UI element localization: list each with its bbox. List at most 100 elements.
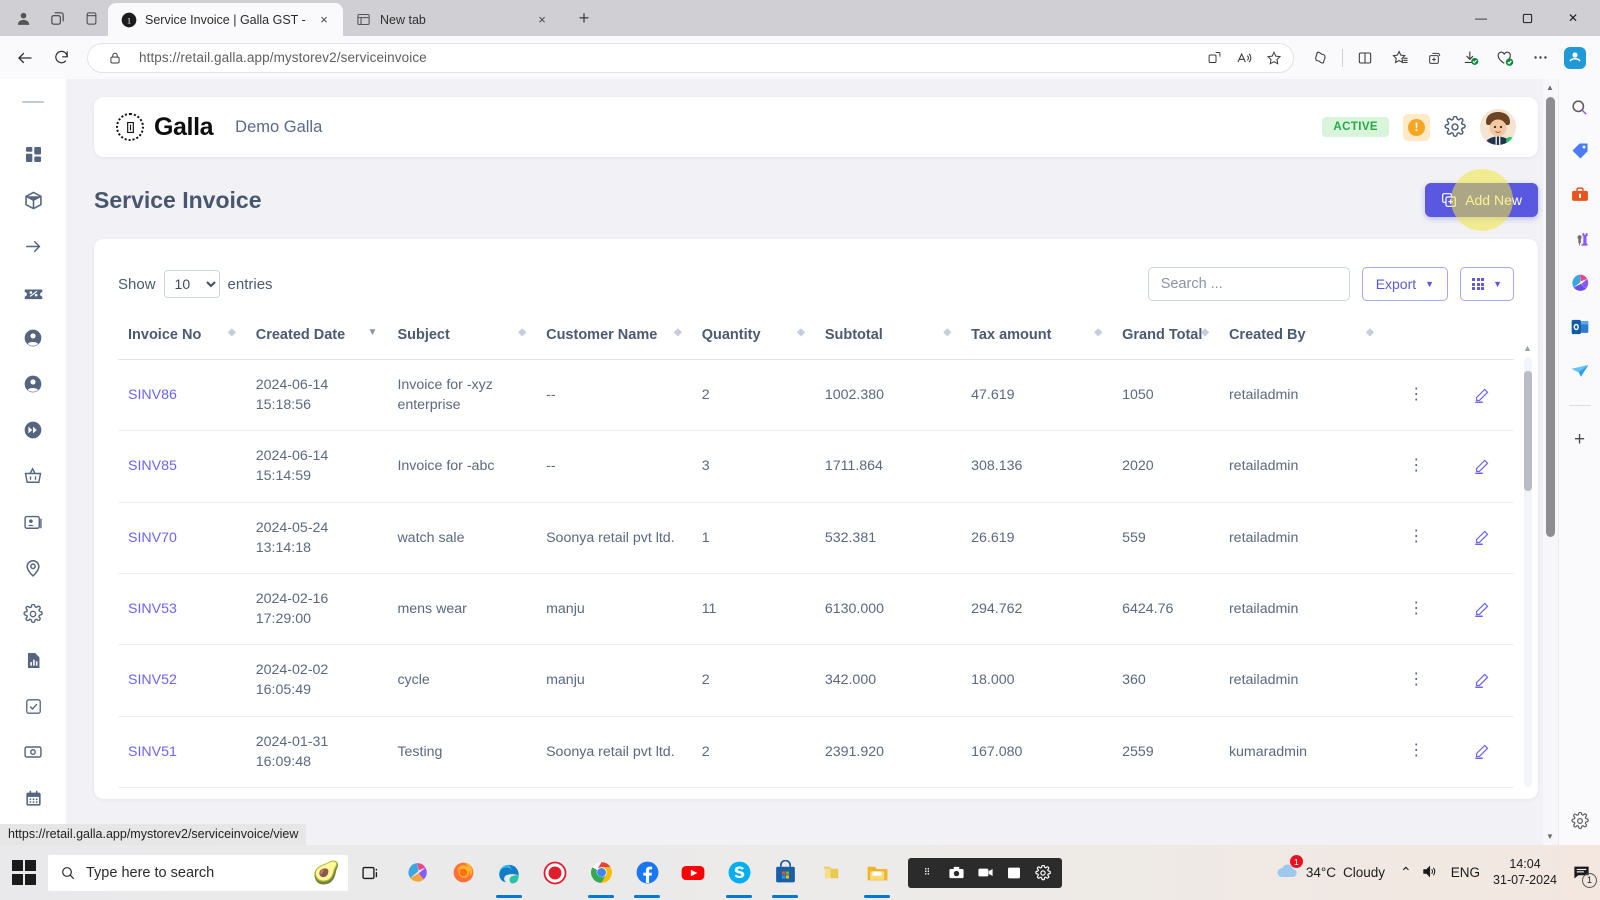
skype-icon[interactable] — [716, 845, 762, 900]
shopping-icon[interactable] — [1488, 42, 1522, 74]
pencil-icon[interactable] — [1457, 387, 1506, 404]
sidebar-item-report-icon[interactable] — [10, 637, 56, 683]
column-header-subject[interactable]: Subject ◆ — [387, 317, 536, 360]
read-aloud-icon[interactable] — [1229, 45, 1259, 71]
sort-icon[interactable]: ◆ — [943, 328, 951, 338]
firefox-icon[interactable] — [440, 845, 486, 900]
sort-icon[interactable]: ◆ — [518, 328, 526, 338]
pencil-icon[interactable] — [1457, 458, 1506, 475]
address-bar[interactable]: https://retail.galla.app/mystorev2/servi… — [87, 42, 1294, 73]
clock[interactable]: 14:04 31-07-2024 — [1493, 857, 1557, 888]
browser-essentials-icon[interactable] — [1348, 42, 1382, 74]
cell-invoice-no[interactable]: SINV51 — [118, 715, 246, 788]
language-indicator[interactable]: ENG — [1451, 865, 1480, 880]
show-hidden-icons-chevron-icon[interactable]: ⌃ — [1400, 864, 1412, 881]
edit-row-button[interactable] — [1446, 715, 1514, 788]
table-scrollbar[interactable]: ▲ — [1523, 343, 1532, 787]
favorite-star-icon[interactable] — [1259, 45, 1289, 71]
column-visibility-button[interactable]: ▼ — [1460, 267, 1514, 301]
column-header-quantity[interactable]: Quantity ◆ — [692, 317, 815, 360]
search-icon[interactable] — [1566, 93, 1594, 121]
row-menu-icon[interactable]: ⋮ — [1383, 358, 1447, 431]
close-window-button[interactable]: ✕ — [1550, 2, 1596, 34]
collections-icon[interactable] — [1383, 42, 1417, 74]
scroll-up-arrow-icon[interactable]: ▲ — [1523, 343, 1532, 353]
column-header-created-by[interactable]: Created By ◆ — [1219, 317, 1384, 360]
scroll-down-arrow-icon[interactable]: ▼ — [1546, 832, 1554, 841]
page-length-select[interactable]: 10 25 50 100 — [163, 270, 220, 298]
table-row[interactable]: SINV51 2024-01-31 16:09:48 Testing Soonya r… — [118, 715, 1514, 788]
table-row[interactable]: SINV70 2024-05-24 13:14:18 watch sale Soony… — [118, 501, 1514, 574]
window-icon[interactable] — [1001, 861, 1027, 885]
sidebar-item-dashboard-icon[interactable] — [10, 131, 56, 177]
row-menu-icon[interactable]: ⋮ — [1383, 572, 1447, 645]
new-tab-button[interactable]: + — [569, 3, 599, 33]
chrome-icon[interactable] — [578, 845, 624, 900]
table-row[interactable]: SINV86 2024-06-14 15:18:56 Invoice for -xy… — [118, 358, 1514, 431]
add-sidebar-app-button[interactable]: + — [1566, 426, 1594, 454]
back-icon[interactable] — [8, 42, 42, 74]
browser-tab-active[interactable]: 1 Service Invoice | Galla GST - Inve × — [108, 3, 343, 36]
invoice-link[interactable]: SINV85 — [128, 458, 177, 474]
vertical-tabs-icon[interactable] — [74, 3, 108, 33]
sidebar-item-calendar-icon[interactable] — [10, 775, 56, 821]
maximize-button[interactable] — [1504, 2, 1550, 34]
settings-icon[interactable] — [1030, 861, 1056, 885]
tab-search-icon[interactable] — [40, 3, 74, 33]
sort-icon[interactable]: ▼ — [368, 328, 378, 338]
split-screen-icon[interactable] — [1199, 45, 1229, 71]
notifications-button[interactable]: 1 — [1566, 858, 1597, 888]
volume-icon[interactable] — [1421, 863, 1438, 883]
copilot-icon[interactable] — [1303, 42, 1337, 74]
page-scrollbar[interactable]: ▲ ▼ — [1543, 79, 1558, 845]
row-menu-icon[interactable]: ⋮ — [1383, 501, 1447, 574]
sort-icon[interactable]: ◆ — [797, 328, 805, 338]
sidebar-item-cash-icon[interactable] — [10, 729, 56, 775]
scrollbar-thumb[interactable] — [1524, 371, 1532, 491]
sidebar-item-gear-icon[interactable] — [10, 591, 56, 637]
table-row[interactable]: SINV52 2024-02-02 16:05:49 cycle manju 2 342.… — [118, 644, 1514, 717]
edit-row-button[interactable] — [1446, 430, 1514, 503]
table-row[interactable]: SINV53 2024-02-16 17:29:00 mens wear manju 1… — [118, 572, 1514, 645]
row-menu-icon[interactable]: ⋮ — [1383, 644, 1447, 717]
task-view-icon[interactable] — [348, 845, 394, 900]
scroll-up-arrow-icon[interactable]: ▲ — [1546, 83, 1554, 92]
start-button[interactable] — [0, 845, 48, 900]
table-row[interactable]: SINV85 2024-06-14 15:14:59 Invoice for -ab… — [118, 430, 1514, 503]
table-row[interactable]: SINV502024-01-23 13:23:49rtestayur welln… — [118, 786, 1514, 799]
cell-invoice-no[interactable]: SINV85 — [118, 430, 246, 503]
sort-icon[interactable]: ◆ — [228, 328, 236, 338]
sort-icon[interactable]: ◆ — [1094, 328, 1102, 338]
column-header-grand-total[interactable]: Grand Total ◆ — [1112, 317, 1219, 360]
reload-icon[interactable] — [44, 42, 78, 74]
sidebar-item-contact-card-icon[interactable] — [10, 499, 56, 545]
sidebar-item-user-circle-icon[interactable] — [10, 361, 56, 407]
sidebar-item-location-pin-icon[interactable] — [10, 545, 56, 591]
file-explorer-icon[interactable] — [854, 845, 900, 900]
minimize-button[interactable]: — — [1458, 2, 1504, 34]
column-header-created-date[interactable]: Created Date ▼ — [246, 317, 388, 360]
sort-icon[interactable]: ◆ — [1201, 328, 1209, 338]
sort-icon[interactable]: ◆ — [1366, 328, 1374, 338]
sidebar-collapse-handle[interactable] — [22, 101, 44, 103]
edit-row-button[interactable] — [1446, 358, 1514, 431]
sidebar-settings-icon[interactable] — [1566, 807, 1594, 835]
cell-invoice-no[interactable]: SINV70 — [118, 501, 246, 574]
add-tab-group-icon[interactable] — [1418, 42, 1452, 74]
export-button[interactable]: Export ▼ — [1361, 267, 1449, 301]
weather-widget[interactable]: 1 34°C Cloudy — [1275, 855, 1385, 886]
edit-row-button[interactable] — [1446, 786, 1514, 799]
settings-gear-icon[interactable] — [1444, 116, 1466, 138]
pencil-icon[interactable] — [1457, 743, 1506, 760]
drag-handle-icon[interactable]: ⠿ — [914, 861, 940, 885]
invoice-link[interactable]: SINV53 — [128, 601, 177, 617]
price-tag-icon[interactable] — [1566, 137, 1594, 165]
avatar[interactable] — [1480, 109, 1516, 145]
sidebar-item-checkbox-icon[interactable] — [10, 683, 56, 729]
more-options-icon[interactable] — [1523, 42, 1557, 74]
alert-button[interactable]: ! — [1403, 113, 1430, 141]
sidebar-profile-icon[interactable] — [1558, 42, 1592, 74]
edit-row-button[interactable] — [1446, 644, 1514, 717]
paper-plane-icon[interactable] — [1566, 357, 1594, 385]
cell-invoice-no[interactable]: SINV50 — [118, 786, 246, 799]
